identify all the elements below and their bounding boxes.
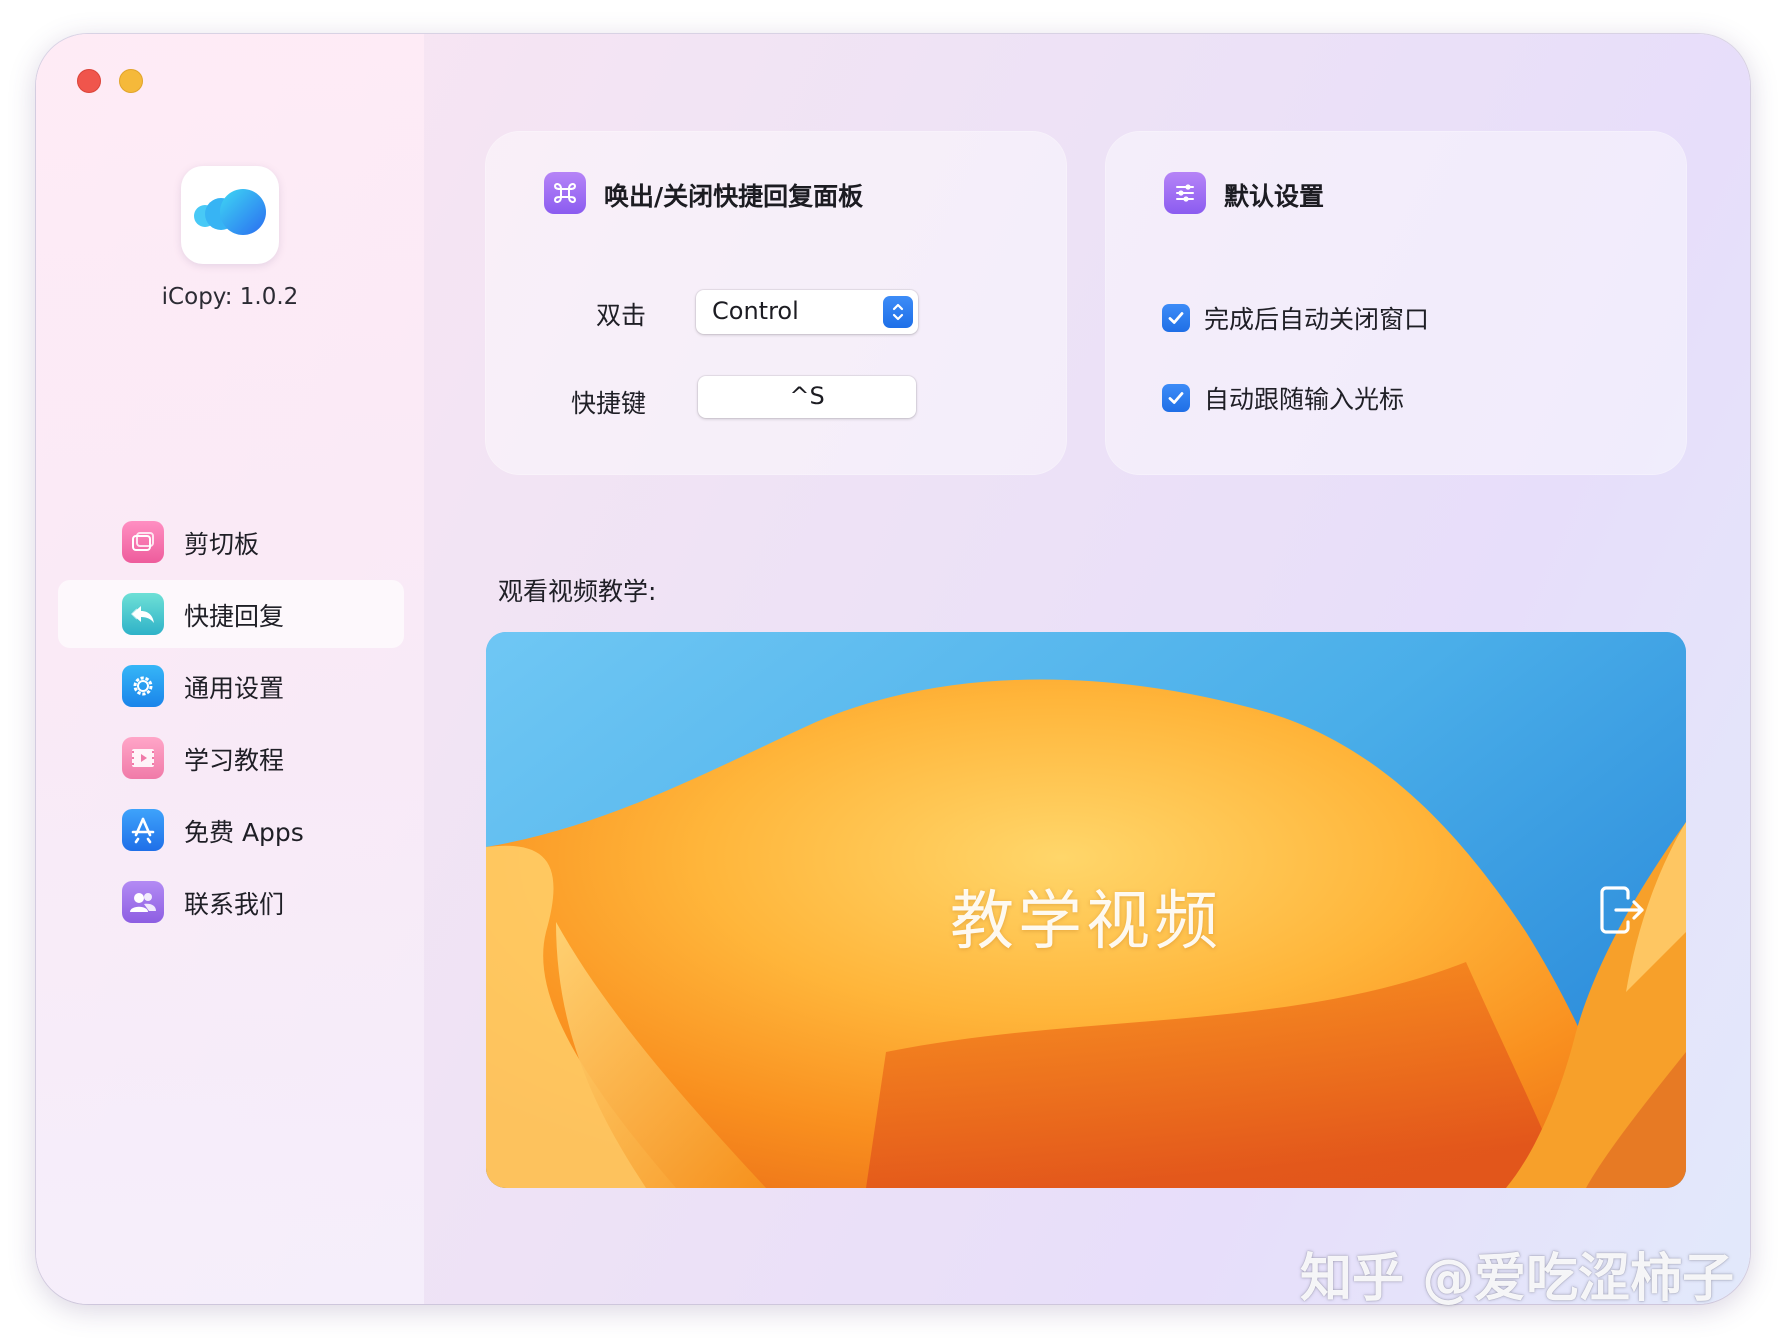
reply-icon <box>122 593 164 635</box>
auto-close-option[interactable]: 完成后自动关闭窗口 <box>1162 300 1429 336</box>
gear-icon <box>122 665 164 707</box>
cloud-bubbles-icon <box>181 166 279 264</box>
checkmark-icon <box>1168 392 1184 404</box>
default-settings-title: 默认设置 <box>1224 182 1325 211</box>
sidebar-item-tutorials[interactable]: 学习教程 <box>58 724 404 792</box>
sidebar-item-label: 免费 Apps <box>184 818 304 847</box>
open-external-icon[interactable] <box>1598 884 1646 936</box>
minimize-window-button[interactable] <box>119 69 143 93</box>
video-tutorial-icon <box>122 737 164 779</box>
close-window-button[interactable] <box>77 69 101 93</box>
sliders-icon <box>1164 172 1206 214</box>
sidebar-item-free-apps[interactable]: 免费 Apps <box>58 796 404 864</box>
auto-close-checkbox[interactable] <box>1162 304 1190 332</box>
double-click-select-value: Control <box>712 297 799 325</box>
app-version-label: iCopy: 1.0.2 <box>161 284 299 310</box>
watermark: 知乎 @爱吃涩柿子 <box>1300 1249 1735 1309</box>
video-title: 教学视频 <box>950 885 1222 959</box>
sidebar-item-label: 学习教程 <box>184 746 285 775</box>
hotkey-recorder-field[interactable]: ^S <box>698 376 916 418</box>
command-key-icon <box>544 172 586 214</box>
tutorial-video-card[interactable]: 教学视频 <box>486 632 1686 1188</box>
sidebar: iCopy: 1.0.2 剪切板 快捷回复 通用设置 学习教程 免费 Apps … <box>36 34 424 1304</box>
follow-cursor-label: 自动跟随输入光标 <box>1204 385 1405 414</box>
sidebar-item-general-settings[interactable]: 通用设置 <box>58 652 404 720</box>
follow-cursor-checkbox[interactable] <box>1162 384 1190 412</box>
sidebar-item-quick-reply[interactable]: 快捷回复 <box>58 580 404 648</box>
checkmark-icon <box>1168 312 1184 324</box>
sidebar-item-label: 剪切板 <box>184 530 260 559</box>
auto-close-label: 完成后自动关闭窗口 <box>1204 305 1430 334</box>
clipboard-icon <box>122 521 164 563</box>
follow-cursor-option[interactable]: 自动跟随输入光标 <box>1162 380 1404 416</box>
shortcut-panel-title: 唤出/关闭快捷回复面板 <box>604 182 864 211</box>
sidebar-item-clipboard[interactable]: 剪切板 <box>58 508 404 576</box>
sidebar-item-label: 联系我们 <box>184 890 285 919</box>
default-settings-card: 默认设置 完成后自动关闭窗口 自动跟随输入光标 <box>1106 132 1686 474</box>
sidebar-item-label: 通用设置 <box>184 674 285 703</box>
app-store-icon <box>122 809 164 851</box>
sidebar-nav: 剪切板 快捷回复 通用设置 学习教程 免费 Apps 联系我们 <box>58 508 404 940</box>
sidebar-item-label: 快捷回复 <box>184 602 285 631</box>
shortcut-panel-card: 唤出/关闭快捷回复面板 双击 Control 快捷键 ^S <box>486 132 1066 474</box>
video-section-label: 观看视频教学: <box>498 577 657 606</box>
sidebar-item-contact[interactable]: 联系我们 <box>58 868 404 936</box>
double-click-select[interactable]: Control <box>696 290 918 334</box>
chevron-up-down-icon <box>883 296 913 328</box>
double-click-label: 双击 <box>596 301 647 330</box>
contacts-icon <box>122 881 164 923</box>
app-window: iCopy: 1.0.2 剪切板 快捷回复 通用设置 学习教程 免费 Apps … <box>36 34 1750 1304</box>
hotkey-label: 快捷键 <box>571 389 647 418</box>
